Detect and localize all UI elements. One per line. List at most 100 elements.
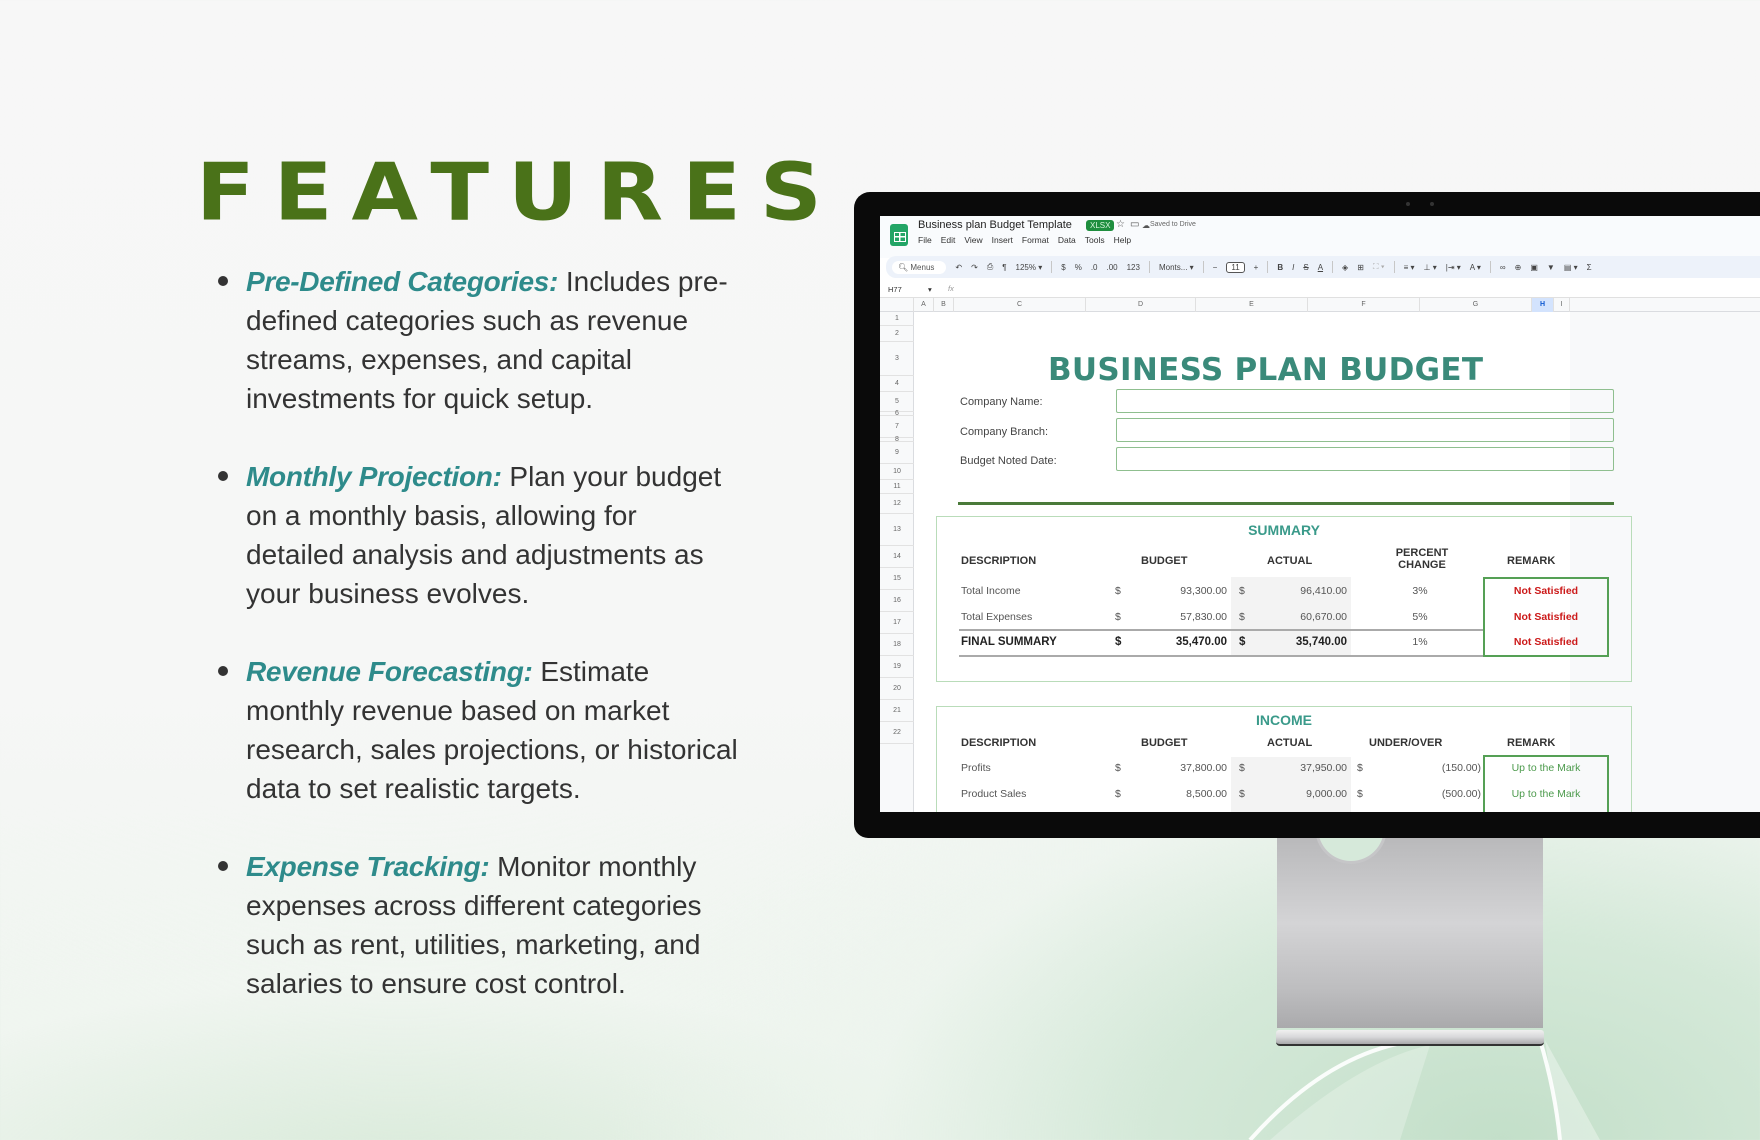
row-header[interactable]: 7: [880, 416, 914, 438]
functions-icon[interactable]: Σ: [1587, 263, 1592, 272]
undo-icon[interactable]: ↶: [955, 263, 962, 272]
remark-cell[interactable]: Not Satisfied: [1484, 636, 1608, 648]
menu-edit[interactable]: Edit: [941, 235, 956, 245]
decrease-font-size-icon[interactable]: −: [1213, 263, 1218, 272]
row-header[interactable]: 16: [880, 590, 914, 612]
horizontal-align-icon[interactable]: ≡ ▾: [1404, 263, 1415, 272]
description-cell[interactable]: Total Income: [961, 585, 1021, 597]
actual-cell[interactable]: 60,670.00: [1257, 611, 1347, 623]
budget-noted-date-field[interactable]: [1116, 447, 1614, 471]
remark-cell[interactable]: Not Satisfied: [1484, 585, 1608, 597]
actual-cell[interactable]: 35,740.00: [1257, 636, 1347, 648]
name-box-dropdown-icon[interactable]: ▾: [928, 285, 932, 294]
actual-cell[interactable]: 9,000.00: [1257, 788, 1347, 800]
description-cell[interactable]: Profits: [961, 762, 991, 774]
bold-icon[interactable]: B: [1277, 263, 1283, 272]
document-title[interactable]: Business plan Budget Template: [918, 219, 1072, 231]
row-header[interactable]: 20: [880, 678, 914, 700]
italic-icon[interactable]: I: [1292, 263, 1294, 272]
select-all-corner[interactable]: [880, 298, 914, 312]
decrease-decimal-button[interactable]: .0: [1091, 263, 1098, 272]
under-over-cell[interactable]: (150.00): [1377, 762, 1481, 774]
actual-cell[interactable]: 96,410.00: [1257, 585, 1347, 597]
row-header[interactable]: 21: [880, 700, 914, 722]
filter-views-icon[interactable]: ▤ ▾: [1564, 263, 1578, 272]
row-header[interactable]: 11: [880, 480, 914, 494]
company-branch-field[interactable]: [1116, 418, 1614, 442]
name-box[interactable]: H77: [888, 285, 902, 294]
budget-cell[interactable]: 8,500.00: [1137, 788, 1227, 800]
menu-view[interactable]: View: [964, 235, 982, 245]
text-wrap-icon[interactable]: |⇥ ▾: [1446, 263, 1461, 272]
menu-format[interactable]: Format: [1022, 235, 1049, 245]
percent-format-button[interactable]: %: [1075, 263, 1082, 272]
borders-icon[interactable]: ⊞: [1357, 263, 1364, 272]
row-header[interactable]: 12: [880, 494, 914, 514]
budget-cell[interactable]: 57,830.00: [1137, 611, 1227, 623]
column-header[interactable]: D: [1086, 298, 1196, 312]
font-select[interactable]: Monts... ▾: [1159, 263, 1194, 272]
remark-cell[interactable]: Not Satisfied: [1484, 611, 1608, 623]
column-header[interactable]: I: [1554, 298, 1570, 312]
print-icon[interactable]: ⎙: [987, 262, 993, 272]
insert-chart-icon[interactable]: ▣: [1530, 263, 1538, 272]
row-header[interactable]: 22: [880, 722, 914, 744]
row-header[interactable]: 3: [880, 342, 914, 376]
description-cell[interactable]: Product Sales: [961, 788, 1026, 800]
row-header[interactable]: 14: [880, 546, 914, 568]
column-header[interactable]: B: [934, 298, 954, 312]
row-header[interactable]: 9: [880, 442, 914, 464]
percent-change-cell[interactable]: 1%: [1395, 636, 1445, 648]
row-header[interactable]: 15: [880, 568, 914, 590]
company-name-field[interactable]: [1116, 389, 1614, 413]
row-header[interactable]: 1: [880, 312, 914, 326]
row-header[interactable]: 5: [880, 392, 914, 412]
description-cell[interactable]: FINAL SUMMARY: [961, 636, 1057, 648]
move-folder-icon[interactable]: ▭: [1130, 219, 1139, 230]
font-size-input[interactable]: 11: [1226, 261, 1245, 273]
increase-font-size-icon[interactable]: +: [1254, 263, 1259, 272]
column-header-selected[interactable]: H: [1532, 298, 1554, 312]
fill-color-icon[interactable]: ◈: [1342, 263, 1348, 272]
percent-change-cell[interactable]: 3%: [1395, 585, 1445, 597]
text-rotation-icon[interactable]: A ▾: [1470, 263, 1481, 272]
budget-cell[interactable]: 35,470.00: [1137, 636, 1227, 648]
row-header[interactable]: 4: [880, 376, 914, 392]
sheets-logo-icon[interactable]: [890, 224, 908, 246]
filter-icon[interactable]: ▼: [1547, 263, 1555, 272]
row-header[interactable]: 10: [880, 464, 914, 480]
under-over-cell[interactable]: (500.00): [1377, 788, 1481, 800]
increase-decimal-button[interactable]: .00: [1106, 263, 1117, 272]
row-header[interactable]: 2: [880, 326, 914, 342]
menus-search[interactable]: 🔍︎ Menus: [892, 260, 947, 274]
column-header[interactable]: C: [954, 298, 1086, 312]
row-header[interactable]: 17: [880, 612, 914, 634]
menu-file[interactable]: File: [918, 235, 932, 245]
row-header[interactable]: 18: [880, 634, 914, 656]
menu-data[interactable]: Data: [1058, 235, 1076, 245]
percent-change-cell[interactable]: 5%: [1395, 611, 1445, 623]
number-format-button[interactable]: 123: [1127, 263, 1140, 272]
budget-cell[interactable]: 93,300.00: [1137, 585, 1227, 597]
zoom-select[interactable]: 125% ▾: [1016, 263, 1043, 272]
actual-cell[interactable]: 37,950.00: [1257, 762, 1347, 774]
strikethrough-icon[interactable]: S: [1303, 263, 1308, 272]
column-header[interactable]: A: [914, 298, 934, 312]
paint-format-icon[interactable]: ¶: [1002, 263, 1006, 272]
star-icon[interactable]: ☆: [1116, 219, 1125, 230]
row-header[interactable]: 13: [880, 514, 914, 546]
remark-cell[interactable]: Up to the Mark: [1484, 788, 1608, 800]
insert-link-icon[interactable]: ∞: [1500, 263, 1506, 272]
column-header[interactable]: E: [1196, 298, 1308, 312]
vertical-align-icon[interactable]: ⊥ ▾: [1424, 263, 1437, 272]
insert-comment-icon[interactable]: ⊕: [1515, 263, 1522, 272]
column-header[interactable]: F: [1308, 298, 1420, 312]
currency-format-button[interactable]: $: [1061, 263, 1065, 272]
row-header[interactable]: 19: [880, 656, 914, 678]
redo-icon[interactable]: ↷: [971, 263, 978, 272]
column-header[interactable]: G: [1420, 298, 1532, 312]
budget-cell[interactable]: 37,800.00: [1137, 762, 1227, 774]
text-color-icon[interactable]: A: [1318, 263, 1323, 272]
menu-tools[interactable]: Tools: [1085, 235, 1105, 245]
menu-insert[interactable]: Insert: [992, 235, 1013, 245]
